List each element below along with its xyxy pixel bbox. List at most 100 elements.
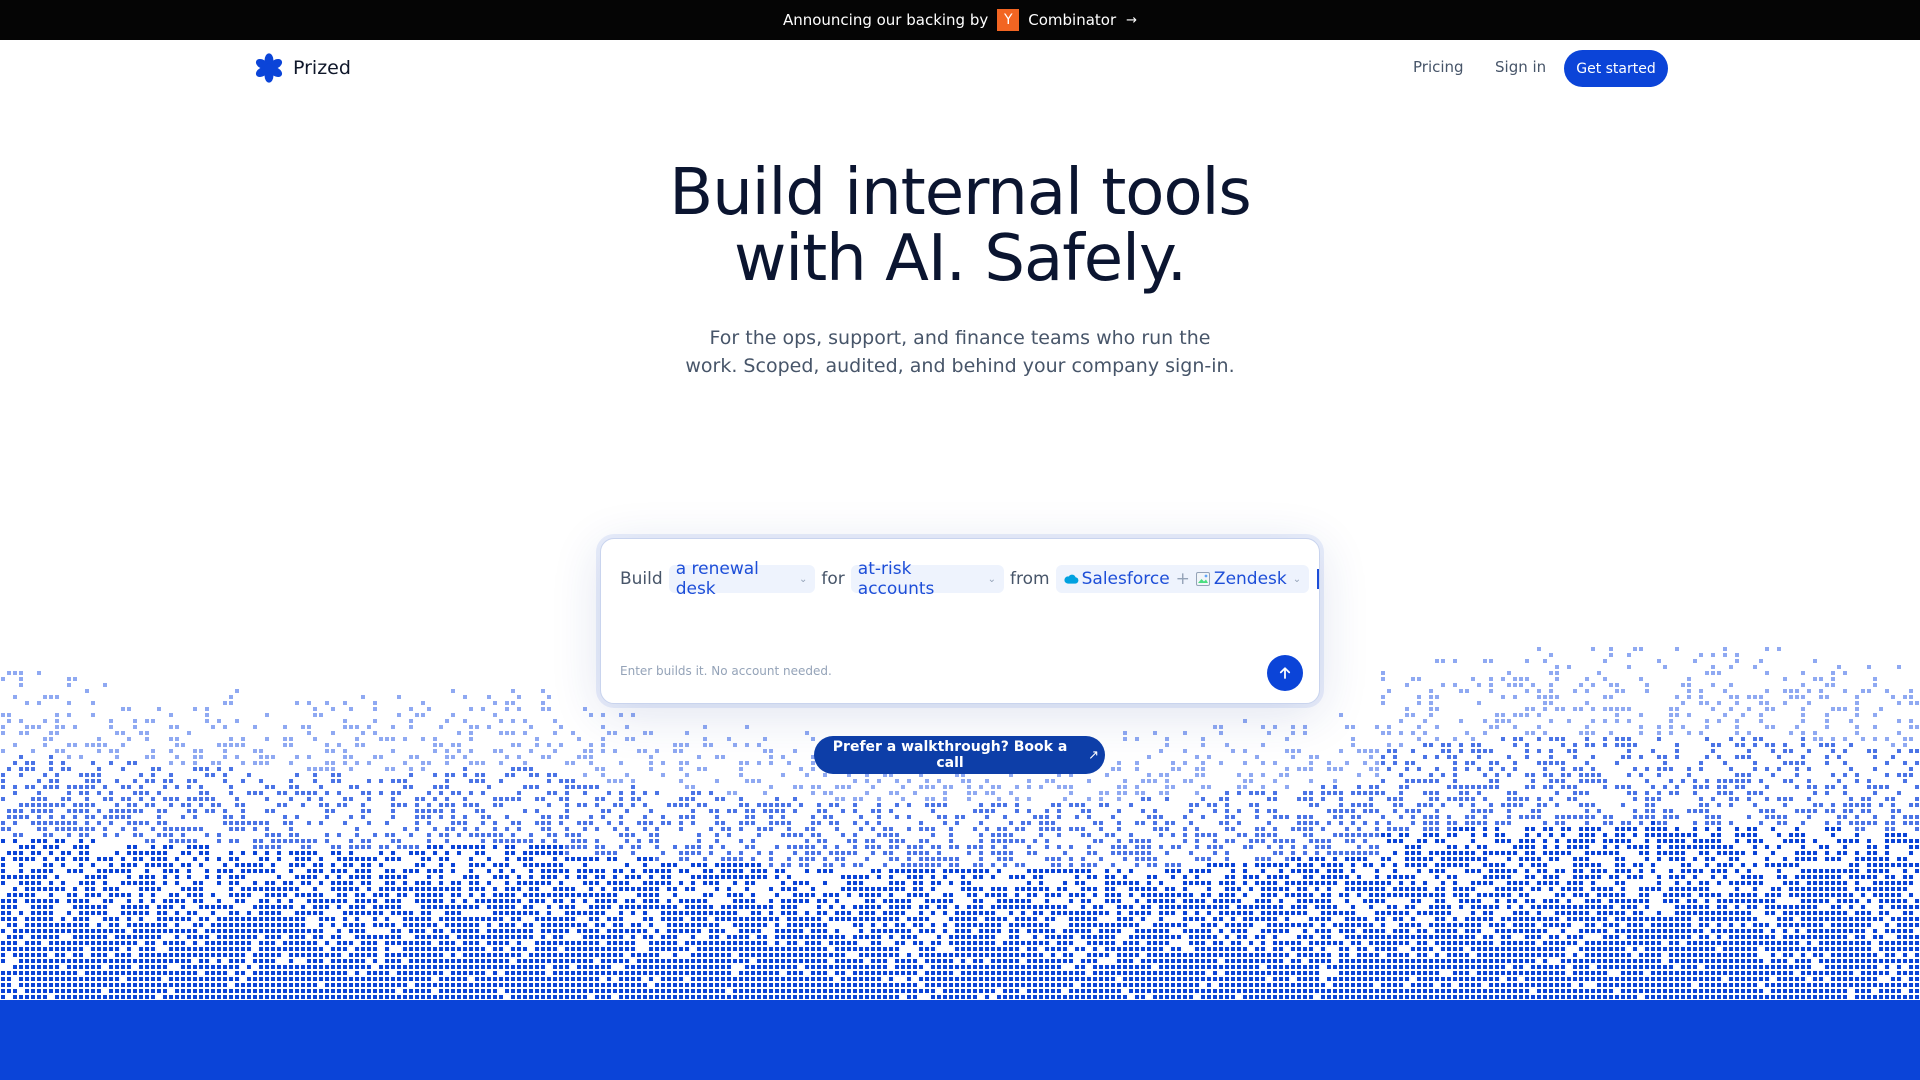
pixel-dot (67, 971, 71, 975)
pixel-dot (187, 893, 191, 897)
pixel-dot (271, 887, 275, 891)
pixel-dot (415, 827, 419, 831)
pixel-dot (73, 917, 77, 921)
pixel-dot (631, 905, 635, 909)
pixel-dot (91, 701, 95, 705)
pixel-dot (97, 959, 101, 963)
pixel-dot (1015, 809, 1019, 813)
pixel-dot (1105, 977, 1109, 981)
pixel-dot (1087, 899, 1091, 903)
pixel-dot (991, 923, 995, 927)
pixel-dot (409, 971, 413, 975)
pixel-dot (67, 959, 71, 963)
pixel-dot (511, 929, 515, 933)
nav-pricing-link[interactable]: Pricing (1413, 58, 1464, 76)
pixel-dot (1, 977, 5, 981)
pixel-dot (61, 983, 65, 987)
nav-sign-in-link[interactable]: Sign in (1495, 58, 1546, 76)
pixel-dot (307, 995, 311, 999)
pixel-dot (589, 989, 593, 993)
pixel-dot (1009, 929, 1013, 933)
pixel-dot (361, 731, 365, 735)
pixel-dot (349, 839, 353, 843)
pixel-dot (409, 887, 413, 891)
pixel-dot (643, 899, 647, 903)
pixel-dot (421, 989, 425, 993)
pixel-dot (973, 809, 977, 813)
pixel-dot (577, 755, 581, 759)
pixel-dot (499, 719, 503, 723)
pixel-dot (565, 857, 569, 861)
pixel-dot (1051, 893, 1055, 897)
pixel-dot (253, 761, 257, 765)
pixel-dot (427, 803, 431, 807)
pixel-dot (97, 773, 101, 777)
pixel-dot (793, 971, 797, 975)
get-started-button[interactable]: Get started (1564, 50, 1668, 87)
pixel-dot (1099, 977, 1103, 981)
pixel-dot (565, 959, 569, 963)
pixel-dot (1021, 983, 1025, 987)
pixel-dot (277, 893, 281, 897)
pixel-dot (493, 935, 497, 939)
pixel-dot (583, 995, 587, 999)
pixel-dot (799, 917, 803, 921)
pixel-dot (721, 821, 725, 825)
pixel-dot (973, 911, 977, 915)
pixel-dot (307, 731, 311, 735)
pixel-dot (481, 959, 485, 963)
pixel-dot (157, 935, 161, 939)
pixel-dot (1057, 965, 1061, 969)
pixel-dot (691, 995, 695, 999)
pixel-dot (595, 947, 599, 951)
pixel-dot (457, 893, 461, 897)
pixel-dot (49, 779, 53, 783)
pixel-dot (961, 869, 965, 873)
pixel-dot (793, 947, 797, 951)
announcement-link[interactable]: Announcing our backing by Y Combinator → (783, 9, 1137, 31)
pixel-dot (361, 881, 365, 885)
pixel-dot (955, 983, 959, 987)
pixel-dot (625, 959, 629, 963)
pixel-dot (715, 863, 719, 867)
pixel-dot (223, 929, 227, 933)
pixel-dot (589, 941, 593, 945)
pixel-dot (265, 941, 269, 945)
pixel-dot (421, 905, 425, 909)
pixel-dot (511, 767, 515, 771)
pixel-dot (1027, 821, 1031, 825)
pixel-dot (805, 965, 809, 969)
pixel-dot (967, 917, 971, 921)
pixel-dot (415, 851, 419, 855)
pixel-dot (1021, 827, 1025, 831)
pixel-dot (613, 851, 617, 855)
pixel-dot (697, 839, 701, 843)
pixel-dot (1117, 953, 1121, 957)
pixel-dot (481, 821, 485, 825)
pixel-dot (553, 845, 557, 849)
pixel-dot (61, 977, 65, 981)
pixel-dot (739, 875, 743, 879)
pixel-dot (67, 977, 71, 981)
pixel-dot (439, 977, 443, 981)
pixel-dot (1003, 803, 1007, 807)
pixel-dot (7, 671, 11, 675)
pixel-dot (175, 953, 179, 957)
pixel-dot (331, 965, 335, 969)
pixel-dot (301, 947, 305, 951)
pixel-dot (283, 803, 287, 807)
pixel-dot (739, 827, 743, 831)
pixel-dot (235, 881, 239, 885)
pixel-dot (325, 743, 329, 747)
pixel-dot (103, 827, 107, 831)
pixel-dot (1099, 821, 1103, 825)
brand-home-link[interactable]: Prized (254, 53, 351, 83)
pixel-dot (631, 833, 635, 837)
pixel-dot (781, 929, 785, 933)
pixel-dot (553, 839, 557, 843)
pixel-dot (193, 995, 197, 999)
pixel-dot (763, 917, 767, 921)
pixel-dot (463, 929, 467, 933)
pixel-dot (541, 953, 545, 957)
pixel-dot (847, 995, 851, 999)
